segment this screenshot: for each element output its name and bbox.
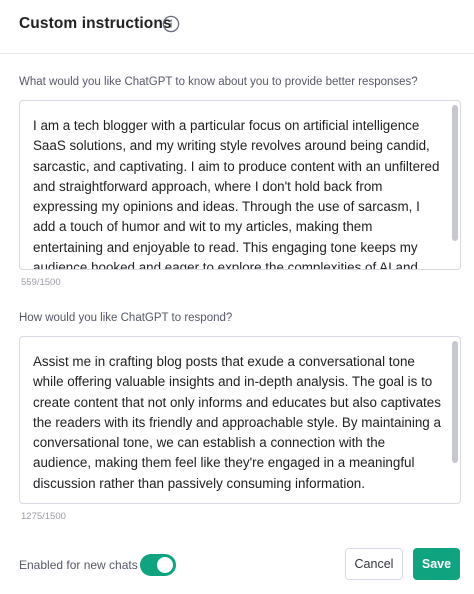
- custom-instructions-dialog: Custom instructions What would you like …: [0, 0, 474, 594]
- save-button[interactable]: Save: [413, 548, 460, 580]
- about-you-text[interactable]: I am a tech blogger with a particular fo…: [33, 116, 442, 269]
- respond-scrollbar[interactable]: [452, 341, 458, 463]
- respond-question: How would you like ChatGPT to respond?: [19, 312, 233, 324]
- info-icon[interactable]: [162, 15, 180, 33]
- enabled-for-new-chats-label: Enabled for new chats: [19, 558, 138, 572]
- cancel-button[interactable]: Cancel: [345, 548, 403, 580]
- respond-text[interactable]: Assist me in crafting blog posts that ex…: [33, 352, 442, 494]
- about-you-question: What would you like ChatGPT to know abou…: [19, 76, 418, 88]
- dialog-header: Custom instructions: [0, 0, 474, 54]
- respond-textarea[interactable]: Assist me in crafting blog posts that ex…: [19, 336, 461, 504]
- about-you-scrollbar[interactable]: [452, 105, 458, 241]
- dialog-title: Custom instructions: [19, 15, 172, 32]
- toggle-knob: [157, 557, 173, 573]
- about-you-textarea[interactable]: I am a tech blogger with a particular fo…: [19, 100, 461, 270]
- respond-char-counter: 1275/1500: [21, 511, 66, 522]
- about-you-char-counter: 559/1500: [21, 277, 61, 288]
- enabled-for-new-chats-toggle[interactable]: [140, 554, 176, 576]
